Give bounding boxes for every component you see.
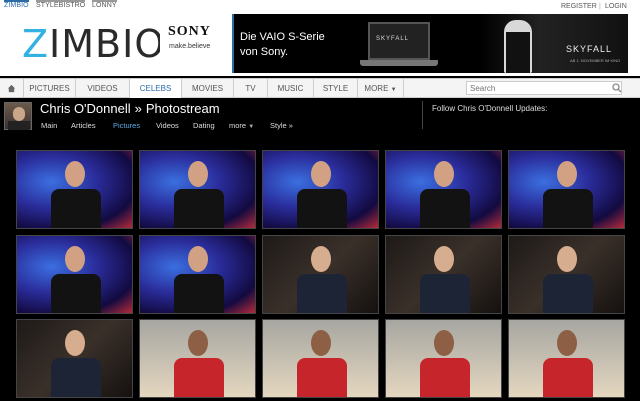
movie-release-text: AB 1. NOVEMBER IM KINO [570,58,621,63]
account-separator: | [599,3,601,10]
tab-music[interactable]: MUSIC [268,79,314,98]
ad-headline-2: von Sony. [240,46,289,58]
celebrity-name-link[interactable]: Chris O'Donnell [40,101,131,116]
network-link-zimbio[interactable]: ZIMBIO [4,0,29,9]
ad-tagline: make.believe [169,43,211,50]
breadcrumb-separator: » [134,101,142,116]
laptop-image: SKYFALL [360,22,438,68]
network-bar: ZIMBIO STYLEBISTRO LONNY REGISTER | LOGI… [0,0,640,12]
photo-thumbnail[interactable] [262,150,379,229]
photo-grid [0,132,640,401]
ad-headline-1: Die VAIO S-Serie [240,31,325,43]
register-link[interactable]: REGISTER [561,3,597,10]
caret-down-icon: ▼ [248,124,255,130]
movie-title: SKYFALL [566,44,613,54]
ad-banner[interactable]: SONY make.believe Die VAIO S-Serie von S… [160,14,628,73]
laptop-screen-text: SKYFALL [376,36,410,42]
photo-thumbnail[interactable] [508,235,625,314]
photo-thumbnail[interactable] [262,319,379,398]
photo-thumbnail[interactable] [139,150,256,229]
subnav-style[interactable]: Style » [270,121,293,130]
subnav-videos[interactable]: Videos [156,121,179,130]
tab-movies[interactable]: MOVIES [182,79,234,98]
subnav-dating[interactable]: Dating [193,121,215,130]
photo-thumbnail[interactable] [16,150,133,229]
photo-thumbnail[interactable] [16,235,133,314]
avatar[interactable] [4,102,32,130]
zimbio-logo[interactable]: ZIMBIO [22,22,164,66]
photo-thumbnail[interactable] [385,235,502,314]
subnav-main[interactable]: Main [41,121,57,130]
site-header: ZIMBIO STYLEBISTRO LONNY REGISTER | LOGI… [0,0,640,76]
photo-thumbnail[interactable] [262,235,379,314]
follow-updates-label: Follow Chris O'Donnell Updates: [432,104,548,113]
photo-thumbnail[interactable] [385,150,502,229]
photo-thumbnail[interactable] [16,319,133,398]
chevron-down-icon: ▼ [390,87,397,93]
photo-thumbnail[interactable] [139,319,256,398]
home-icon [7,84,16,93]
photo-thumbnail[interactable] [139,235,256,314]
search-input[interactable] [466,81,622,95]
tab-pictures[interactable]: PICTURES [24,79,76,98]
photo-thumbnail[interactable] [508,319,625,398]
photo-thumbnail[interactable] [508,150,625,229]
tab-home[interactable] [0,79,24,98]
page-title: Chris O'Donnell» Photostream [40,101,220,116]
ad-brand: SONY [168,24,211,39]
profile-divider [422,101,423,129]
network-link-stylebistro[interactable]: STYLEBISTRO [36,0,86,9]
tab-tv[interactable]: TV [234,79,268,98]
subnav-more[interactable]: more ▼ [229,121,254,130]
tab-more[interactable]: MORE ▼ [358,79,404,98]
network-link-lonny[interactable]: LONNY [92,0,117,9]
movie-poster-image: SKYFALL AB 1. NOVEMBER IM KINO [480,14,628,73]
subnav-articles[interactable]: Articles [71,121,96,130]
tab-videos[interactable]: VIDEOS [76,79,130,98]
ad-divider [232,14,234,73]
subnav-pictures[interactable]: Pictures [113,121,140,130]
search-icon[interactable] [612,83,622,93]
photo-thumbnail[interactable] [385,319,502,398]
section-title: Photostream [145,101,220,116]
tab-celebs[interactable]: CELEBS [130,79,182,98]
login-link[interactable]: LOGIN [605,3,627,10]
tab-style[interactable]: STYLE [314,79,358,98]
